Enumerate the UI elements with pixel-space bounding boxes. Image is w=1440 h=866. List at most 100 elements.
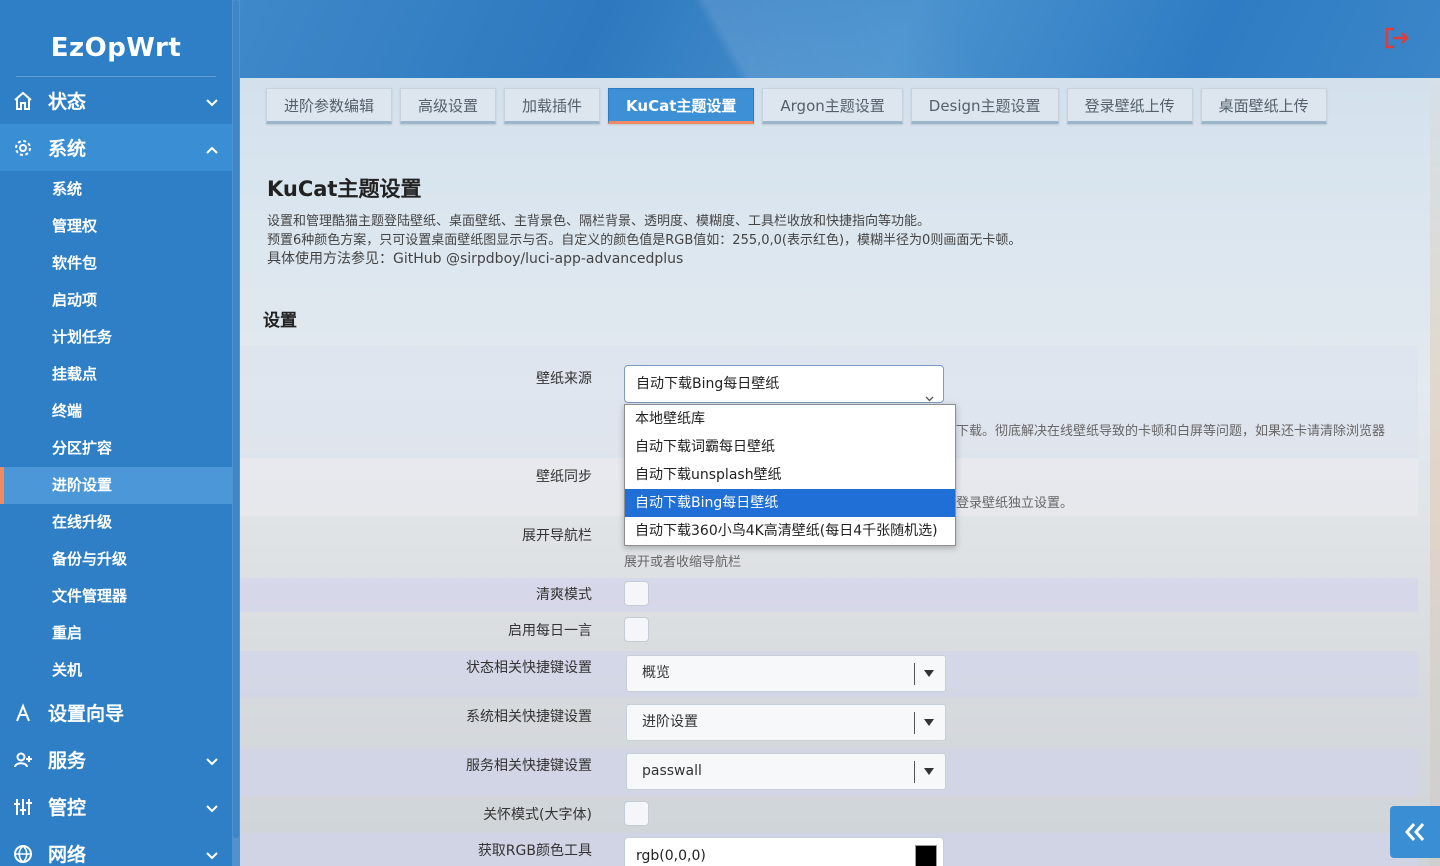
sidebar-item-advanced[interactable]: 进阶设置 [0,467,232,504]
caret-down-icon [924,719,934,726]
expand-nav-label: 展开导航栏 [522,528,592,544]
dropdown-option[interactable]: 本地壁纸库 [625,405,955,433]
system-shortcut-label: 系统相关快捷键设置 [466,709,592,725]
tab-kucat-theme[interactable]: KuCat主题设置 [608,88,755,124]
expand-nav-hint: 展开或者收缩导航栏 [624,555,742,570]
color-swatch[interactable] [915,845,937,866]
desc-line: 设置和管理酷猫主题登陆壁纸、桌面壁纸、主背景色、隔栏背景、透明度、模糊度、工具栏… [267,214,931,229]
wallpaper-source-value: 自动下载Bing每日壁纸 [636,376,780,392]
daily-quote-checkbox[interactable] [624,617,649,642]
chevron-down-icon [206,847,218,860]
care-mode-checkbox[interactable] [624,801,649,826]
scrollbar-thumb[interactable] [233,0,239,838]
sidebar-group-services[interactable]: 服务 [0,736,232,783]
sidebar-group-control[interactable]: 管控 [0,783,232,830]
dropdown-option-selected[interactable]: 自动下载Bing每日壁纸 [625,489,955,517]
sidebar-item-startup[interactable]: 启动项 [0,282,232,319]
status-shortcut-select[interactable]: 概览 [626,655,946,692]
globe-icon [12,843,34,865]
sidebar-group-status[interactable]: 状态 [0,77,232,124]
dropdown-option[interactable]: 自动下载unsplash壁纸 [625,461,955,489]
sidebar-item-reboot[interactable]: 重启 [0,615,232,652]
chevron-down-icon [925,381,934,402]
sidebar-group-label: 系统 [48,138,87,160]
tab-advanced-params[interactable]: 进阶参数编辑 [266,88,393,124]
sidebar-group-label: 状态 [48,91,87,113]
desc-line: 预置6种颜色方案，只可设置桌面壁纸图显示与否。自定义的颜色值是RGB值如：255… [267,232,1022,248]
sidebar-scrollbar[interactable] [232,0,240,866]
wallpaper-sync-hint: 登录壁纸独立设置。 [956,496,1074,511]
service-shortcut-select[interactable]: passwall [626,753,946,790]
sidebar-item-mounts[interactable]: 挂载点 [0,356,232,393]
wallpaper-source-dropdown: 本地壁纸库 自动下载词霸每日壁纸 自动下载unsplash壁纸 自动下载Bing… [624,404,956,546]
user-plus-icon [12,749,34,771]
sidebar-group-label: 网络 [48,844,87,866]
tab-desktop-wallpaper-upload[interactable]: 桌面壁纸上传 [1200,88,1327,124]
desc-line: 具体使用方法参见：GitHub @sirpdboy/luci-app-advan… [267,251,684,267]
status-shortcut-value: 概览 [642,665,670,681]
select-separator [914,761,915,783]
service-shortcut-label: 服务相关快捷键设置 [466,758,592,774]
sidebar-group-label: 管控 [48,797,87,819]
fresh-mode-label: 清爽模式 [536,587,592,603]
caret-down-icon [924,768,934,775]
gear-icon [12,137,34,159]
sidebar-item-crontab[interactable]: 计划任务 [0,319,232,356]
sidebar-group-label: 服务 [48,750,87,772]
dropdown-option[interactable]: 自动下载词霸每日壁纸 [625,433,955,461]
sidebar-group-network[interactable]: 网络 [0,830,232,866]
page-description: 设置和管理酷猫主题登陆壁纸、桌面壁纸、主背景色、隔栏背景、透明度、模糊度、工具栏… [267,213,1367,269]
tab-argon-theme[interactable]: Argon主题设置 [762,88,903,124]
header-bar [240,0,1440,78]
rgb-color-value: rgb(0,0,0) [636,848,706,864]
tab-design-theme[interactable]: Design主题设置 [910,88,1059,124]
home-icon [12,90,34,112]
status-shortcut-label: 状态相关快捷键设置 [466,660,592,676]
chevron-down-icon [206,800,218,813]
system-shortcut-value: 进阶设置 [642,714,698,730]
sidebar-item-backup[interactable]: 备份与升级 [0,541,232,578]
sidebar-group-label: 设置向导 [48,703,125,725]
wallpaper-source-label: 壁纸来源 [536,371,592,387]
wallpaper-source-hint: 下载。彻底解决在线壁纸导致的卡顿和白屏等问题，如果还卡请清除浏览器 [956,424,1386,439]
collapse-sidebar-button[interactable] [1390,806,1440,858]
sidebar-group-wizard[interactable]: 设置向导 [0,689,232,736]
select-separator [914,663,915,685]
logout-icon[interactable] [1384,26,1410,50]
sliders-icon [12,796,34,818]
sidebar-item-admin[interactable]: 管理权 [0,208,232,245]
brand-logo[interactable]: EzOpWrt [0,0,232,77]
sidebar: EzOpWrt 状态 系统 系统 管理权 软件包 启动项 计划任务 挂载点 终端… [0,0,232,866]
daily-quote-label: 启用每日一言 [508,623,592,639]
tab-bar: 进阶参数编辑 高级设置 加载插件 KuCat主题设置 Argon主题设置 Des… [266,88,1327,124]
page-title: KuCat主题设置 [267,177,422,201]
tab-load-plugins[interactable]: 加载插件 [504,88,601,124]
tab-login-wallpaper-upload[interactable]: 登录壁纸上传 [1066,88,1193,124]
main-content: 进阶参数编辑 高级设置 加载插件 KuCat主题设置 Argon主题设置 Des… [240,78,1440,866]
chevron-up-icon [206,141,218,154]
sidebar-group-system[interactable]: 系统 [0,124,232,171]
chevron-down-icon [206,94,218,107]
sidebar-item-shutdown[interactable]: 关机 [0,652,232,689]
sidebar-item-filemanager[interactable]: 文件管理器 [0,578,232,615]
wallpaper-source-select[interactable]: 自动下载Bing每日壁纸 [624,365,944,403]
sidebar-system-submenu: 系统 管理权 软件包 启动项 计划任务 挂载点 终端 分区扩容 进阶设置 在线升… [0,171,232,689]
rgb-tool-label: 获取RGB颜色工具 [477,843,592,859]
sidebar-item-packages[interactable]: 软件包 [0,245,232,282]
care-mode-label: 关怀模式(大字体) [483,807,592,823]
select-separator [914,712,915,734]
section-title: 设置 [263,311,297,331]
sidebar-item-terminal[interactable]: 终端 [0,393,232,430]
tab-advanced-settings[interactable]: 高级设置 [400,88,497,124]
sidebar-item-partexp[interactable]: 分区扩容 [0,430,232,467]
system-shortcut-select[interactable]: 进阶设置 [626,704,946,741]
sidebar-item-upgrade-online[interactable]: 在线升级 [0,504,232,541]
fresh-mode-checkbox[interactable] [624,581,649,606]
dropdown-option[interactable]: 自动下载360小鸟4K高清壁纸(每日4千张随机选) [625,517,955,545]
caret-down-icon [924,670,934,677]
sidebar-item-system[interactable]: 系统 [0,171,232,208]
rgb-color-input[interactable]: rgb(0,0,0) [624,837,944,866]
wizard-icon [12,702,34,724]
service-shortcut-value: passwall [642,763,702,779]
wallpaper-sync-label: 壁纸同步 [536,469,592,485]
